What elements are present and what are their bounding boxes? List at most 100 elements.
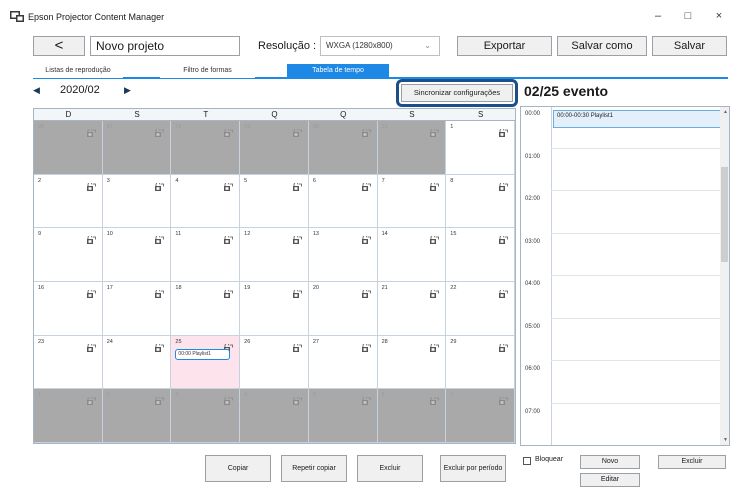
calendar-day-cell[interactable]: 6 <box>308 174 378 229</box>
tab-playlists[interactable]: Listas de reprodução <box>33 64 123 78</box>
calendar-day-cell[interactable]: 29 <box>240 121 309 175</box>
calendar-day-cell[interactable]: 15 <box>446 228 515 282</box>
lock-copy-icon[interactable] <box>361 285 371 298</box>
lock-copy-icon[interactable] <box>430 285 440 298</box>
lock-copy-icon[interactable] <box>292 339 302 352</box>
copy-button[interactable]: Copiar <box>205 455 271 482</box>
lock-copy-icon[interactable] <box>361 339 371 352</box>
calendar-day-cell[interactable]: 23 <box>34 335 103 390</box>
save-button[interactable]: Salvar <box>652 36 727 56</box>
lock-copy-icon[interactable] <box>86 285 96 298</box>
lock-copy-icon[interactable] <box>224 124 234 137</box>
schedule-event[interactable]: 00:00-00:30 Playlist1 <box>553 110 721 128</box>
lock-copy-icon[interactable] <box>155 285 165 298</box>
lock-copy-icon[interactable] <box>499 392 508 406</box>
calendar-day-cell[interactable]: 20 <box>308 282 378 336</box>
calendar-day-cell[interactable]: 30 <box>308 121 378 175</box>
lock-copy-icon[interactable] <box>86 178 96 191</box>
calendar-day-cell[interactable]: 26 <box>34 121 103 175</box>
calendar-day-cell[interactable]: 28 <box>377 335 447 390</box>
new-event-button[interactable]: Novo <box>580 455 640 469</box>
project-name-field[interactable]: Novo projeto <box>90 36 240 56</box>
lock-copy-icon[interactable] <box>86 124 96 137</box>
scrollbar[interactable]: ▲ ▼ <box>720 107 729 445</box>
save-as-button[interactable]: Salvar como <box>557 36 647 56</box>
day-event-chip[interactable]: 00:00 Playlist1 <box>175 348 231 360</box>
lock-copy-icon[interactable] <box>499 231 508 245</box>
scroll-up-icon[interactable]: ▲ <box>723 109 728 115</box>
edit-event-button[interactable]: Editar <box>580 473 640 487</box>
lock-copy-icon[interactable] <box>224 392 234 406</box>
calendar-day-cell[interactable]: 5 <box>308 389 378 443</box>
lock-copy-icon[interactable] <box>430 231 440 245</box>
calendar-day-cell[interactable]: 5 <box>240 174 309 229</box>
calendar-day-cell[interactable]: 28 <box>171 121 241 175</box>
calendar-day-cell[interactable]: 24 <box>102 335 172 390</box>
lock-copy-icon[interactable] <box>430 178 440 191</box>
calendar-day-cell[interactable]: 3 <box>171 389 241 443</box>
lock-copy-icon[interactable] <box>430 339 440 352</box>
next-month-button[interactable]: ▶ <box>124 85 131 96</box>
sync-settings-button[interactable]: Sincronizar configurações <box>401 84 513 102</box>
calendar-day-cell[interactable]: 22 <box>446 282 515 336</box>
calendar-day-cell[interactable]: 16 <box>34 282 103 336</box>
lock-copy-icon[interactable] <box>361 124 371 137</box>
scroll-down-icon[interactable]: ▼ <box>723 437 728 443</box>
calendar-day-cell[interactable]: 18 <box>171 282 241 336</box>
lock-checkbox[interactable] <box>523 457 531 465</box>
calendar-day-cell[interactable]: 8 <box>446 174 515 229</box>
delete-period-button[interactable]: Excluir por período <box>440 455 506 482</box>
calendar-day-cell[interactable]: 13 <box>308 228 378 282</box>
calendar-day-cell[interactable]: 2 <box>102 389 172 443</box>
calendar-day-cell[interactable]: 27 <box>102 121 172 175</box>
lock-copy-icon[interactable] <box>155 339 165 352</box>
lock-copy-icon[interactable] <box>155 124 165 137</box>
tab-shape-filter[interactable]: Filtro de formas <box>160 64 255 78</box>
lock-copy-icon[interactable] <box>292 178 302 191</box>
calendar-day-cell[interactable]: 21 <box>377 282 447 336</box>
calendar-day-cell[interactable]: 27 <box>308 335 378 390</box>
repeat-copy-button[interactable]: Repetir copiar <box>281 455 347 482</box>
lock-copy-icon[interactable] <box>224 178 234 191</box>
prev-month-button[interactable]: ◀ <box>33 85 40 96</box>
lock-copy-icon[interactable] <box>292 285 302 298</box>
calendar-day-cell[interactable]: 11 <box>171 228 241 282</box>
resolution-select[interactable]: WXGA (1280x800) ⌄ <box>320 36 440 56</box>
calendar-day-cell[interactable]: 4 <box>240 389 309 443</box>
delete-button[interactable]: Excluir <box>357 455 423 482</box>
calendar-day-cell[interactable]: 25 00:00 Playlist1 <box>171 335 241 390</box>
calendar-day-cell[interactable]: 31 <box>377 121 447 175</box>
lock-copy-icon[interactable] <box>86 392 96 406</box>
calendar-day-cell[interactable]: 6 <box>377 389 447 443</box>
back-button[interactable]: < <box>33 36 85 56</box>
calendar-day-cell[interactable]: 17 <box>102 282 172 336</box>
lock-copy-icon[interactable] <box>292 392 302 406</box>
calendar-day-cell[interactable]: 2 <box>34 174 103 229</box>
lock-copy-icon[interactable] <box>224 339 234 352</box>
lock-copy-icon[interactable] <box>224 231 234 245</box>
close-button[interactable]: × <box>707 6 731 26</box>
calendar-day-cell[interactable]: 3 <box>102 174 172 229</box>
lock-copy-icon[interactable] <box>292 124 302 137</box>
calendar-day-cell[interactable]: 29 <box>446 335 515 390</box>
maximize-button[interactable]: □ <box>676 6 700 26</box>
calendar-day-cell[interactable]: 26 <box>240 335 309 390</box>
calendar-day-cell[interactable]: 1 <box>446 121 515 175</box>
calendar-day-cell[interactable]: 9 <box>34 228 103 282</box>
calendar-day-cell[interactable]: 7 <box>446 389 515 443</box>
export-button[interactable]: Exportar <box>457 36 552 56</box>
lock-copy-icon[interactable] <box>499 285 508 298</box>
calendar-day-cell[interactable]: 4 <box>171 174 241 229</box>
minimize-button[interactable]: – <box>646 6 670 26</box>
scroll-thumb[interactable] <box>721 167 728 262</box>
lock-copy-icon[interactable] <box>361 178 371 191</box>
calendar-day-cell[interactable]: 10 <box>102 228 172 282</box>
lock-copy-icon[interactable] <box>361 392 371 406</box>
delete-event-button[interactable]: Excluir <box>658 455 726 469</box>
lock-copy-icon[interactable] <box>430 392 440 406</box>
calendar-day-cell[interactable]: 14 <box>377 228 447 282</box>
calendar-day-cell[interactable]: 12 <box>240 228 309 282</box>
calendar-day-cell[interactable]: 1 <box>34 389 103 443</box>
lock-copy-icon[interactable] <box>155 231 165 245</box>
lock-copy-icon[interactable] <box>361 231 371 245</box>
